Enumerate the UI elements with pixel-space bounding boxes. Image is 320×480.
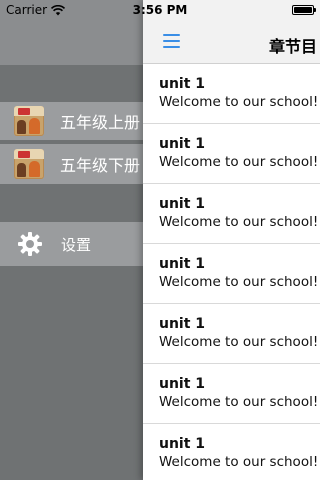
chapter-unit: unit 1 — [159, 376, 206, 392]
list-item[interactable]: unit 1 Welcome to our school! L — [143, 64, 320, 124]
chapter-unit: unit 1 — [159, 76, 206, 92]
book-cover-icon — [14, 149, 44, 179]
chapter-list: unit 1 Welcome to our school! L unit 1 W… — [143, 64, 320, 480]
battery-icon — [292, 5, 316, 15]
chapter-subtitle: Welcome to our school! L — [159, 334, 320, 350]
drawer-item-label: 五年级下册 — [60, 156, 141, 175]
chapter-subtitle: Welcome to our school! L — [159, 94, 320, 110]
page-title: 章节目 — [269, 37, 318, 56]
list-item[interactable]: unit 1 Welcome to our school! L — [143, 304, 320, 364]
chapter-unit: unit 1 — [159, 136, 206, 152]
gear-icon — [18, 232, 42, 256]
drawer-item-label: 五年级上册 — [60, 113, 141, 132]
list-item[interactable]: unit 1 Welcome to our school! L — [143, 184, 320, 244]
list-item[interactable]: unit 1 Welcome to our school! R — [143, 424, 320, 480]
book-cover-icon — [14, 106, 44, 136]
status-time: 3:56 PM — [132, 3, 188, 17]
list-item[interactable]: unit 1 Welcome to our school! L — [143, 124, 320, 184]
chapter-unit: unit 1 — [159, 436, 206, 452]
chapter-unit: unit 1 — [159, 316, 206, 332]
chapter-subtitle: Welcome to our school! L — [159, 274, 320, 290]
list-item[interactable]: unit 1 Welcome to our school! L — [143, 364, 320, 424]
status-bar: Carrier 3:56 PM — [0, 0, 320, 20]
chapter-subtitle: Welcome to our school! L — [159, 214, 320, 230]
hamburger-menu-icon[interactable] — [163, 34, 180, 48]
drawer-item-label: 设置 — [61, 235, 92, 254]
chapter-subtitle: Welcome to our school! L — [159, 394, 320, 410]
chapter-unit: unit 1 — [159, 196, 206, 212]
chapter-subtitle: Welcome to our school! L — [159, 154, 320, 170]
chapter-panel: 章节目 unit 1 Welcome to our school! L unit… — [143, 0, 320, 480]
list-item[interactable]: unit 1 Welcome to our school! L — [143, 244, 320, 304]
chapter-subtitle: Welcome to our school! R — [159, 454, 320, 470]
chapter-unit: unit 1 — [159, 256, 206, 272]
